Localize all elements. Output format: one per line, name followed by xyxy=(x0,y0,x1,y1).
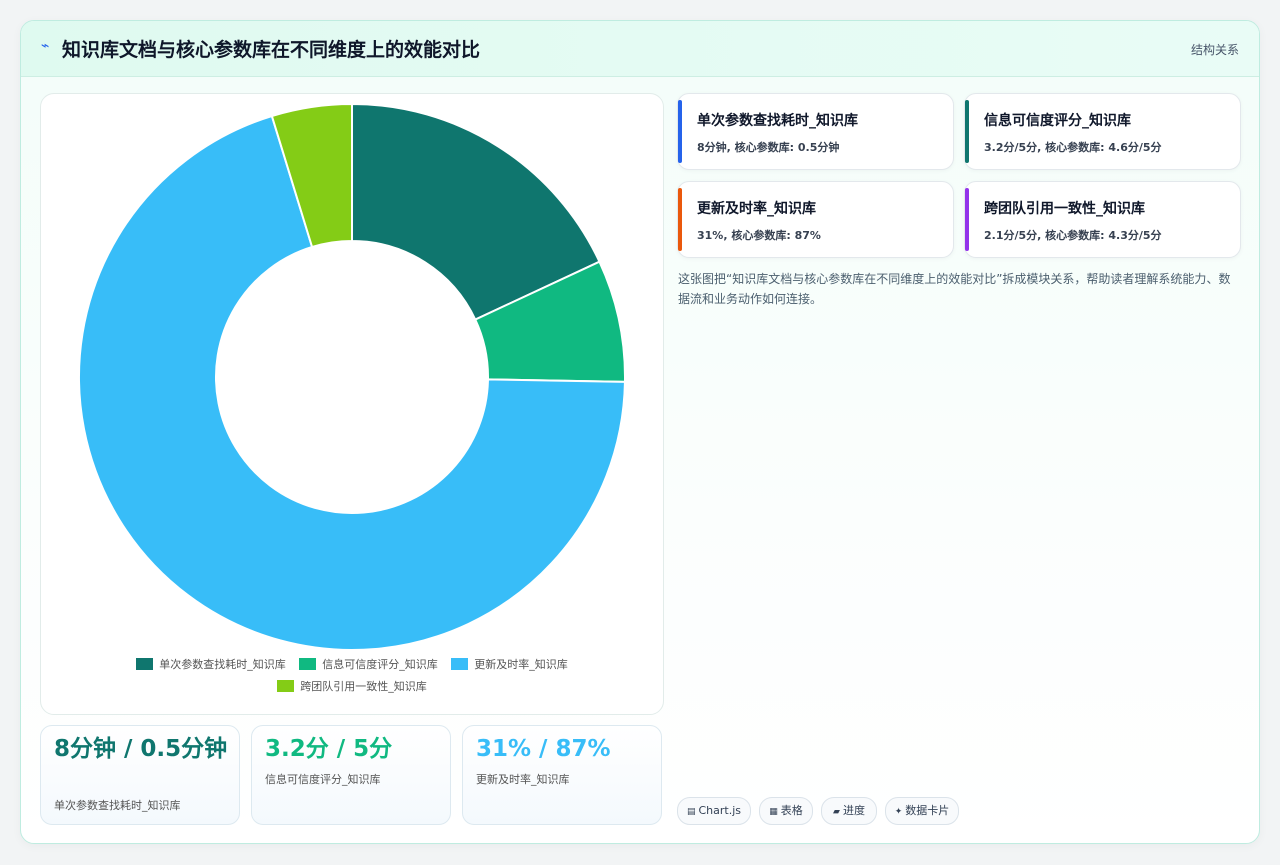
stat-card-credibility: 3.2分 / 5分 信息可信度评分_知识库 xyxy=(251,725,451,825)
stat-label: 更新及时率_知识库 xyxy=(476,773,570,786)
legend-item[interactable]: 信息可信度评分_知识库 xyxy=(299,654,438,676)
stat-label: 单次参数查找耗时_知识库 xyxy=(54,799,181,812)
chip-progress[interactable]: ▰ 进度 xyxy=(821,797,877,825)
metric-title: 更新及时率_知识库 xyxy=(697,201,816,217)
chip-data-cards[interactable]: ✦ 数据卡片 xyxy=(885,797,959,825)
metric-card-lookup: 单次参数查找耗时_知识库 8分钟, 核心参数库: 0.5分钟 xyxy=(677,93,954,170)
page-title: 知识库文档与核心参数库在不同维度上的效能对比 xyxy=(62,39,481,61)
legend-swatch xyxy=(277,680,295,692)
header: ⌁ 知识库文档与核心参数库在不同维度上的效能对比 结构关系 xyxy=(21,21,1259,77)
chip-label: 数据卡片 xyxy=(905,804,950,817)
metric-detail: 3.2分/5分, 核心参数库: 4.6分/5分 xyxy=(984,141,1162,154)
metric-title: 信息可信度评分_知识库 xyxy=(984,113,1131,129)
legend-swatch xyxy=(136,658,154,670)
stat-card-lookup: 8分钟 / 0.5分钟 单次参数查找耗时_知识库 xyxy=(40,725,240,825)
stat-card-timeliness: 31% / 87% 更新及时率_知识库 xyxy=(462,725,662,825)
metric-card-consistency: 跨团队引用一致性_知识库 2.1分/5分, 核心参数库: 4.3分/5分 xyxy=(964,181,1241,258)
chart-card: 单次参数查找耗时_知识库 信息可信度评分_知识库 更新及时率_知识库 跨团队引用… xyxy=(40,93,664,715)
chart-icon: ▤ xyxy=(686,807,696,817)
metric-title: 单次参数查找耗时_知识库 xyxy=(697,113,858,129)
chart-legend: 单次参数查找耗时_知识库 信息可信度评分_知识库 更新及时率_知识库 跨团队引用… xyxy=(41,654,663,698)
stat-value: 8分钟 / 0.5分钟 xyxy=(54,736,228,762)
legend-label: 信息可信度评分_知识库 xyxy=(322,658,438,671)
stat-value: 3.2分 / 5分 xyxy=(265,736,393,762)
accent-bar xyxy=(965,188,969,251)
legend-label: 单次参数查找耗时_知识库 xyxy=(159,658,286,671)
metric-title: 跨团队引用一致性_知识库 xyxy=(984,201,1145,217)
header-tag: 结构关系 xyxy=(1190,43,1239,57)
legend-label: 更新及时率_知识库 xyxy=(474,658,568,671)
chip-chartjs[interactable]: ▤ Chart.js xyxy=(677,797,751,825)
chip-label: 表格 xyxy=(780,804,803,817)
metric-card-credibility: 信息可信度评分_知识库 3.2分/5分, 核心参数库: 4.6分/5分 xyxy=(964,93,1241,170)
progress-icon: ▰ xyxy=(833,807,840,817)
metric-detail: 31%, 核心参数库: 87% xyxy=(697,229,821,242)
trend-icon: ⌁ xyxy=(41,38,50,54)
accent-bar xyxy=(678,188,682,251)
legend-item[interactable]: 更新及时率_知识库 xyxy=(451,654,568,676)
chart-description: 这张图把“知识库文档与核心参数库在不同维度上的效能对比”拆成模块关系，帮助读者理… xyxy=(678,272,1231,306)
legend-item[interactable]: 单次参数查找耗时_知识库 xyxy=(136,654,286,676)
metric-detail: 8分钟, 核心参数库: 0.5分钟 xyxy=(697,141,840,154)
legend-swatch xyxy=(299,658,317,670)
legend-swatch xyxy=(451,658,469,670)
chip-label: Chart.js xyxy=(698,804,742,817)
table-icon: ▦ xyxy=(769,807,778,817)
stat-label: 信息可信度评分_知识库 xyxy=(265,773,381,786)
accent-bar xyxy=(678,100,682,163)
dashboard-frame: ⌁ 知识库文档与核心参数库在不同维度上的效能对比 结构关系 单次参数查找耗时_知… xyxy=(20,20,1260,844)
legend-label: 跨团队引用一致性_知识库 xyxy=(300,680,427,693)
donut-chart xyxy=(78,102,626,651)
chip-table[interactable]: ▦ 表格 xyxy=(759,797,813,825)
chip-label: 进度 xyxy=(842,804,865,817)
stat-value: 31% / 87% xyxy=(476,736,611,762)
metric-card-timeliness: 更新及时率_知识库 31%, 核心参数库: 87% xyxy=(677,181,954,258)
legend-item[interactable]: 跨团队引用一致性_知识库 xyxy=(277,676,427,698)
accent-bar xyxy=(965,100,969,163)
sparkle-icon: ✦ xyxy=(894,807,903,817)
metric-detail: 2.1分/5分, 核心参数库: 4.3分/5分 xyxy=(984,229,1162,242)
